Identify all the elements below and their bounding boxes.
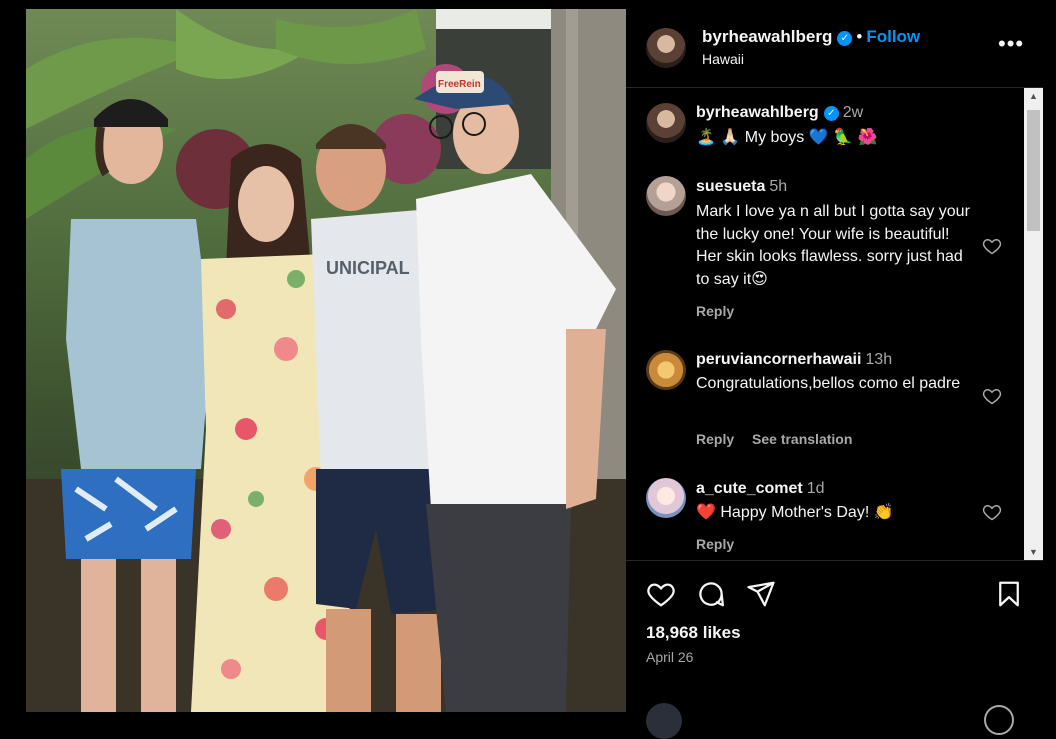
- comment-icon[interactable]: [696, 579, 726, 609]
- scroll-up-arrow-icon[interactable]: ▲: [1024, 88, 1043, 104]
- scrollbar-thumb[interactable]: [1027, 110, 1040, 231]
- comment-header: peruviancornerhawaii 13h: [696, 351, 892, 369]
- post-date[interactable]: April 26: [646, 649, 693, 665]
- comment-text: Congratulations,bellos como el padre: [696, 375, 961, 392]
- header-username[interactable]: byrheawahlberg: [702, 27, 832, 46]
- comment-header: a_cute_comet 1d: [696, 480, 825, 498]
- reply-button[interactable]: Reply: [696, 431, 734, 447]
- post-photo[interactable]: UNICIPAL FreeRein: [26, 9, 626, 712]
- comment-actions: Reply See translation: [696, 431, 852, 447]
- comment-text: ❤️ Happy Mother's Day! 👏: [696, 504, 894, 521]
- header-username-row: byrheawahlberg ✓ • Follow: [702, 27, 920, 47]
- caption-avatar[interactable]: [646, 103, 686, 143]
- caption-time: 2w: [842, 104, 864, 121]
- share-icon[interactable]: [746, 579, 776, 609]
- post-location[interactable]: Hawaii: [702, 51, 744, 67]
- current-user-avatar: [646, 703, 682, 739]
- owner-avatar[interactable]: [646, 28, 686, 68]
- caption-username[interactable]: byrheawahlberg: [696, 104, 819, 121]
- post-actions: 18,968 likes April 26: [626, 560, 1043, 739]
- comment-time: 1d: [806, 480, 825, 497]
- comment-time: 5h: [769, 178, 788, 195]
- like-icon[interactable]: [646, 579, 676, 609]
- verified-icon: ✓: [837, 31, 853, 46]
- comments-scrollbar[interactable]: ▲ ▼: [1024, 88, 1043, 560]
- svg-text:UNICIPAL: UNICIPAL: [326, 258, 410, 278]
- comment-avatar[interactable]: [646, 478, 686, 518]
- emoji-icon[interactable]: [984, 705, 1014, 735]
- comments-list[interactable]: byrheawahlberg ✓ 2w 🏝️ 🙏🏻 My boys 💙 🦜 🌺 su…: [626, 88, 1024, 560]
- post-side-panel: byrheawahlberg ✓ • Follow Hawaii ••• byrhea…: [626, 9, 1043, 739]
- window-left-edge: [0, 0, 26, 712]
- comment-username[interactable]: peruviancornerhawaii: [696, 351, 861, 368]
- like-count[interactable]: 18,968 likes: [646, 623, 741, 643]
- more-options-icon[interactable]: •••: [998, 31, 1024, 57]
- family-photo-illustration: UNICIPAL FreeRein: [26, 9, 626, 712]
- save-icon[interactable]: [994, 579, 1024, 609]
- heart-icon[interactable]: [982, 502, 1002, 522]
- scroll-down-arrow-icon[interactable]: ▼: [1024, 544, 1043, 560]
- comment-time: 13h: [865, 351, 893, 368]
- comment-username[interactable]: suesueta: [696, 178, 765, 195]
- comment-header: suesueta 5h: [696, 178, 787, 196]
- svg-text:FreeRein: FreeRein: [438, 79, 481, 90]
- verified-icon: ✓: [823, 106, 839, 121]
- caption-header: byrheawahlberg ✓ 2w: [696, 104, 863, 122]
- see-translation-link[interactable]: See translation: [752, 431, 852, 447]
- comment-username[interactable]: a_cute_comet: [696, 480, 803, 497]
- post-header: byrheawahlberg ✓ • Follow Hawaii •••: [626, 9, 1043, 88]
- heart-icon[interactable]: [982, 236, 1002, 256]
- follow-button[interactable]: Follow: [866, 27, 920, 46]
- comment-avatar[interactable]: [646, 350, 686, 390]
- heart-icon[interactable]: [982, 386, 1002, 406]
- dot-separator: •: [856, 27, 863, 46]
- comment-text: Mark I love ya n all but I gotta say you…: [696, 203, 970, 288]
- comment-avatar[interactable]: [646, 176, 686, 216]
- reply-button[interactable]: Reply: [696, 303, 734, 319]
- reply-button[interactable]: Reply: [696, 536, 734, 552]
- caption-text: 🏝️ 🙏🏻 My boys 💙 🦜 🌺: [696, 129, 878, 146]
